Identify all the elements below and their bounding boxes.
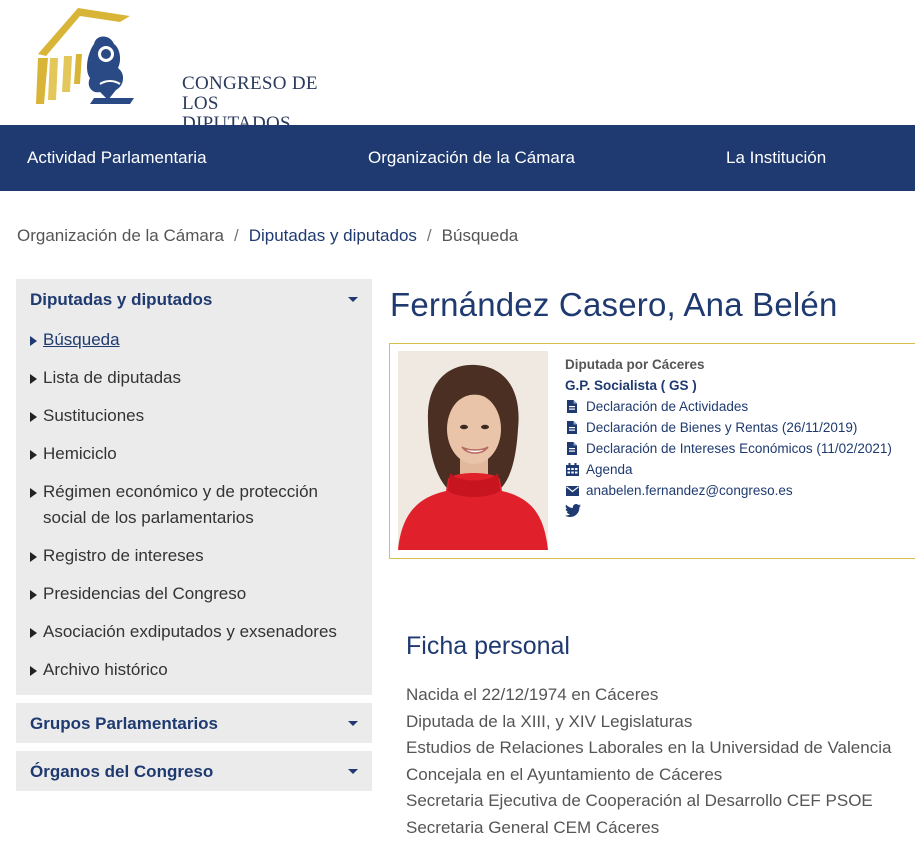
congreso-logo[interactable]: CONGRESO DE LOS DIPUTADOS [30,4,330,134]
triangle-right-icon [30,552,37,562]
sidebar-item-lista-diputadas[interactable]: Lista de diputadas [16,359,372,397]
calendar-icon [565,463,579,476]
caret-down-icon [348,721,358,726]
breadcrumb-item-diputados[interactable]: Diputadas y diputados [249,226,417,245]
breadcrumb-separator: / [426,226,432,245]
sidebar-panel-title: Grupos Parlamentarios [30,714,219,733]
link-declaracion-actividades[interactable]: Declaración de Actividades [565,396,892,417]
sidebar-item-label: Archivo histórico [43,660,168,679]
twitter-icon [565,504,581,517]
triangle-right-icon [30,590,37,600]
breadcrumb: Organización de la Cámara / Diputadas y di… [17,226,518,246]
envelope-icon [565,485,579,496]
link-email[interactable]: anabelen.fernandez@congreso.es [565,480,892,501]
sidebar-item-registro-intereses[interactable]: Registro de intereses [16,537,372,575]
link-agenda[interactable]: Agenda [565,459,892,480]
sidebar-submenu: Búsqueda Lista de diputadas Sustitucione… [16,319,372,695]
sidebar-item-asociacion-exdiputados[interactable]: Asociación exdiputados y exsenadores [16,613,372,651]
caret-down-icon [348,769,358,774]
link-label: Declaración de Intereses Económicos (11/… [586,441,892,456]
caret-down-icon [348,297,358,302]
ficha-line: Estudios de Relaciones Laborales en la U… [406,738,892,757]
parliamentary-group-link[interactable]: G.P. Socialista ( GS ) [565,375,892,396]
sidebar-item-label: Registro de intereses [43,546,204,565]
sidebar-item-label: Búsqueda [43,330,120,349]
triangle-right-icon [30,628,37,638]
document-icon [565,400,579,413]
nav-la-institucion[interactable]: La Institución [726,125,826,191]
triangle-right-icon [30,450,37,460]
sidebar-item-label: Lista de diputadas [43,368,181,387]
breadcrumb-item-busqueda: Búsqueda [441,226,519,245]
sidebar-item-sustituciones[interactable]: Sustituciones [16,397,372,435]
sidebar-panel-header[interactable]: Órganos del Congreso [16,751,372,791]
triangle-right-icon [30,412,37,422]
ficha-line: Nacida el 22/12/1974 en Cáceres [406,685,659,704]
sidebar-item-label: Presidencias del Congreso [43,584,247,603]
sidebar-item-label: Régimen económico y de protección social… [43,482,318,527]
triangle-right-icon [30,374,37,384]
ficha-line: Secretaria General CEM Cáceres [406,817,660,837]
sidebar-item-label: Hemiciclo [43,444,117,463]
ficha-personal-list: Nacida el 22/12/1974 en Cáceres Diputada… [406,682,891,841]
link-label: Agenda [586,462,633,477]
triangle-right-icon [30,336,37,346]
sidebar-item-hemiciclo[interactable]: Hemiciclo [16,435,372,473]
sidebar-panel-organos: Órganos del Congreso [16,751,372,791]
link-declaracion-bienes[interactable]: Declaración de Bienes y Rentas (26/11/20… [565,417,892,438]
sidebar-panel-diputados: Diputadas y diputados Búsqueda Lista de … [16,279,372,695]
sidebar-item-presidencias[interactable]: Presidencias del Congreso [16,575,372,613]
constituency-label: Diputada por Cáceres [565,357,705,372]
ficha-personal-heading: Ficha personal [406,632,570,660]
sidebar-item-regimen-economico[interactable]: Régimen económico y de protección social… [16,473,372,537]
sidebar: Diputadas y diputados Búsqueda Lista de … [16,279,372,799]
sidebar-panel-grupos: Grupos Parlamentarios [16,703,372,743]
sidebar-panel-header[interactable]: Grupos Parlamentarios [16,703,372,743]
sidebar-item-label: Asociación exdiputados y exsenadores [43,622,337,641]
breadcrumb-item-organizacion[interactable]: Organización de la Cámara [17,226,224,245]
sidebar-item-label: Sustituciones [43,406,145,425]
profile-card: Diputada por Cáceres G.P. Socialista ( G… [389,343,915,559]
sidebar-panel-title: Diputadas y diputados [30,290,213,309]
sidebar-panel-header[interactable]: Diputadas y diputados [16,279,372,319]
sidebar-item-archivo-historico[interactable]: Archivo histórico [16,651,372,689]
ficha-line: Diputada de la XIII, y XIV Legislaturas [406,711,693,731]
nav-organizacion-camara[interactable]: Organización de la Cámara [368,125,575,191]
sidebar-item-busqueda[interactable]: Búsqueda [16,321,372,359]
profile-info: Diputada por Cáceres G.P. Socialista ( G… [565,354,892,517]
triangle-right-icon [30,666,37,676]
portrait-image [398,351,548,550]
main-navbar: Actividad Parlamentaria Organización de … [0,125,915,191]
profile-photo [398,351,548,550]
link-label: anabelen.fernandez@congreso.es [586,483,793,498]
link-label: Declaración de Bienes y Rentas (26/11/20… [586,420,858,435]
nav-actividad-parlamentaria[interactable]: Actividad Parlamentaria [27,125,207,191]
ficha-line: Secretaria Ejecutiva de Cooperación al D… [406,791,873,810]
twitter-link[interactable] [565,504,892,517]
logo-line-1: CONGRESO DE [182,73,318,94]
triangle-right-icon [30,488,37,498]
page-title: Fernández Casero, Ana Belén [390,286,838,323]
sidebar-panel-title: Órganos del Congreso [30,762,214,781]
document-icon [565,442,579,455]
ficha-line: Concejala en el Ayuntamiento de Cáceres [406,764,723,784]
document-icon [565,421,579,434]
link-label: Declaración de Actividades [586,399,749,414]
congreso-emblem-icon [36,8,134,104]
breadcrumb-separator: / [233,226,239,245]
link-declaracion-intereses[interactable]: Declaración de Intereses Económicos (11/… [565,438,892,459]
